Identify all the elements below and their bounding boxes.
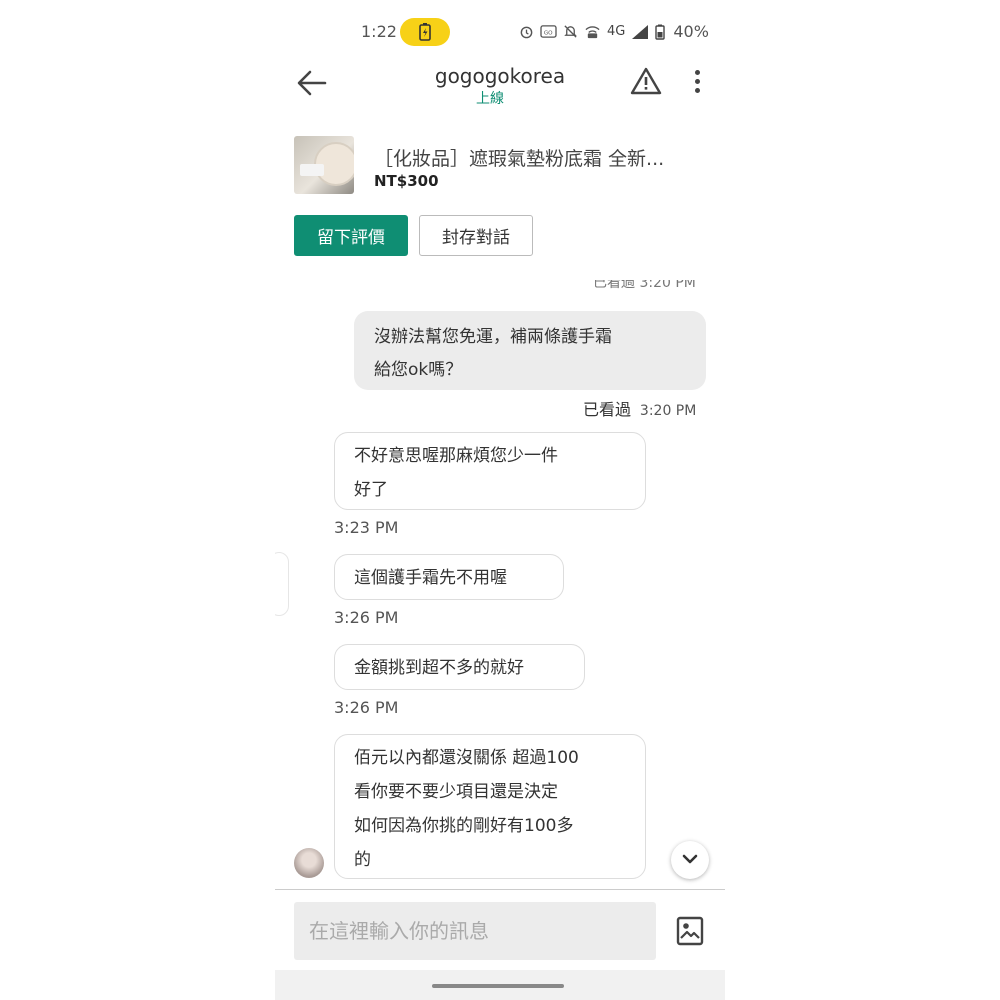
battery-icon	[655, 24, 666, 40]
product-thumbnail[interactable]	[294, 136, 354, 194]
partial-element-edge	[275, 552, 289, 616]
mute-icon	[564, 25, 577, 38]
wifi-calling-icon	[585, 26, 600, 39]
incoming-message: 佰元以內都還沒關係 超過100 看你要不要少項目還是決定 如何因為你挑的剛好有1…	[334, 734, 646, 879]
battery-saver-indicator	[400, 18, 450, 46]
battery-percent: 40%	[673, 22, 709, 41]
status-time: 1:22	[361, 22, 397, 41]
more-options-icon[interactable]	[689, 70, 705, 96]
product-card[interactable]: ［化妝品］遮瑕氣墊粉底霜 全新... NT$300	[294, 136, 714, 196]
avatar[interactable]	[294, 848, 324, 878]
read-receipt: 已看過 3:20 PM	[583, 396, 696, 420]
message-text-line: 如何因為你挑的剛好有100多	[354, 816, 574, 836]
product-name: ［化妝品］遮瑕氣墊粉底霜 全新...	[374, 148, 665, 170]
scroll-to-bottom-button[interactable]	[671, 841, 709, 879]
message-meta-clipped: 已看過 3:20 PM	[593, 280, 696, 291]
alarm-icon	[520, 26, 533, 39]
archive-chat-button[interactable]: 封存對話	[419, 215, 533, 256]
signal-icon	[632, 24, 649, 39]
message-text-line: 的	[354, 850, 371, 870]
message-time: 3:20 PM	[639, 403, 697, 419]
message-text-line: 沒辦法幫您免運，補兩條護手霜	[374, 327, 612, 347]
composer-divider	[275, 889, 725, 890]
product-price: NT$300	[374, 172, 439, 190]
battery-charging-icon	[419, 23, 431, 41]
message-text-line: 不好意思喔那麻煩您少一件	[354, 446, 558, 466]
screenshot-icon: GO	[540, 25, 557, 38]
message-time: 3:26 PM	[334, 698, 399, 717]
message-time: 3:26 PM	[334, 608, 399, 627]
chat-header: gogogokorea 上線	[275, 58, 725, 110]
outgoing-message: 沒辦法幫您免運，補兩條護手霜 給您ok嗎？	[354, 311, 706, 390]
message-text-line: 好了	[354, 480, 388, 500]
message-text-line: 這個護手霜先不用喔	[354, 568, 507, 588]
network-type: 4G	[607, 24, 626, 39]
incoming-message: 這個護手霜先不用喔	[334, 554, 564, 600]
message-time: 3:23 PM	[334, 518, 399, 537]
status-bar: 1:22 GO 4G 40%	[275, 14, 725, 50]
chevron-down-icon	[682, 854, 698, 864]
message-text-line: 給您ok嗎？	[374, 360, 463, 380]
status-icons: GO 4G 40%	[519, 22, 709, 41]
message-list[interactable]: 已看過 3:20 PM 沒辦法幫您免運，補兩條護手霜 給您ok嗎？ 已看過 3:…	[275, 280, 725, 888]
svg-text:GO: GO	[544, 30, 553, 36]
incoming-message: 金額挑到超不多的就好	[334, 644, 585, 690]
message-text-line: 看你要不要少項目還是決定	[354, 782, 558, 802]
system-nav-bar	[275, 970, 725, 1000]
home-gesture-handle[interactable]	[432, 984, 564, 988]
message-text-line: 金額挑到超不多的就好	[354, 658, 524, 678]
message-input[interactable]	[294, 902, 656, 960]
image-upload-icon[interactable]	[675, 915, 705, 947]
read-label: 已看過	[583, 400, 632, 419]
phone-screen: 1:22 GO 4G 40% gogogokorea 上線 ［化妝品］遮瑕氣墊粉…	[275, 0, 725, 1000]
leave-review-button[interactable]: 留下評價	[294, 215, 408, 256]
report-warning-icon[interactable]	[630, 66, 662, 96]
incoming-message: 不好意思喔那麻煩您少一件 好了	[334, 432, 646, 510]
message-text-line: 佰元以內都還沒關係 超過100	[354, 748, 579, 768]
